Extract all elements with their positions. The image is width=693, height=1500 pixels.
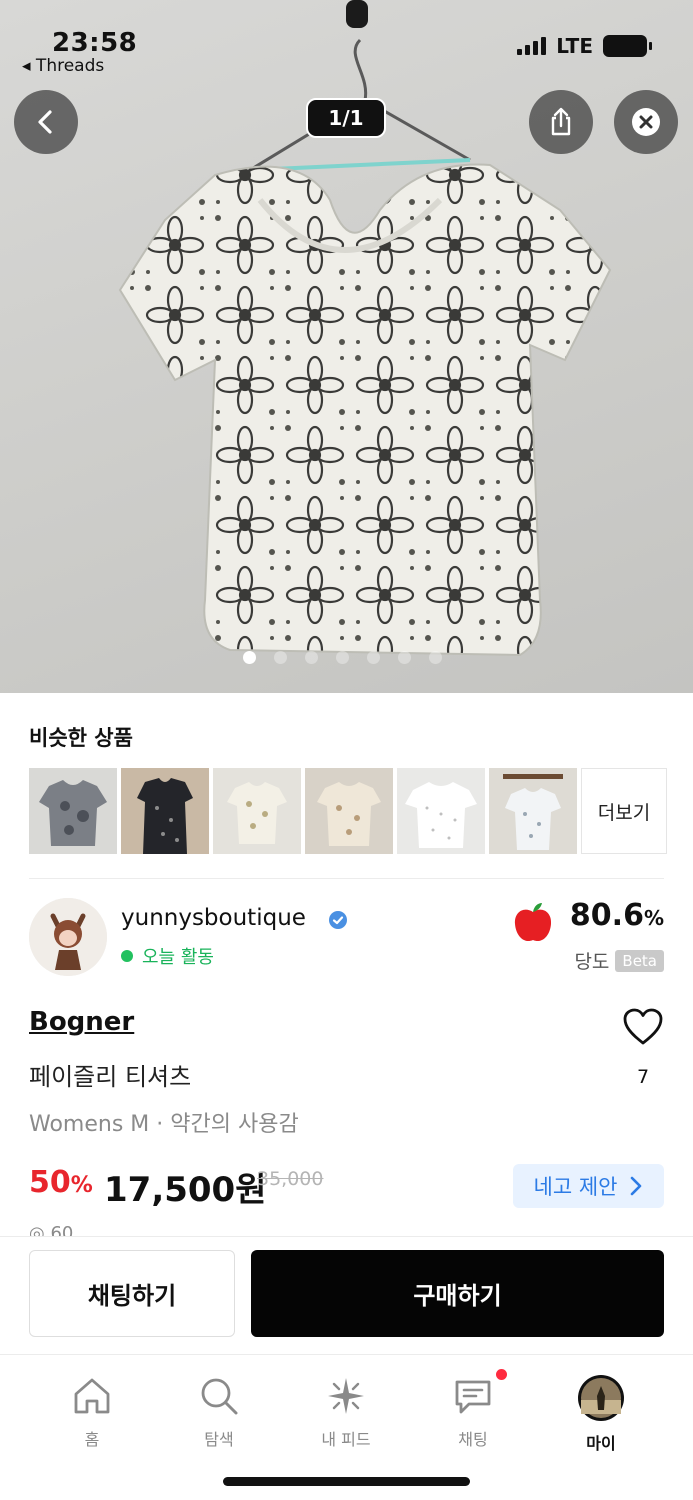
discount-unit: % [70, 1173, 93, 1198]
search-icon [201, 1378, 238, 1415]
image-page-indicator: 1/1 [306, 98, 386, 138]
share-icon [551, 107, 571, 136]
discount-value: 50 [29, 1165, 71, 1200]
product-meta: Womens M · 약간의 사용감 [29, 1112, 299, 1137]
nav-item-my[interactable]: 마이 [546, 1374, 656, 1454]
beta-badge: Beta [615, 949, 664, 972]
like-count: 7 [637, 1066, 650, 1088]
similar-product-thumb[interactable] [213, 768, 301, 854]
carousel-dots [243, 651, 442, 664]
view-count: ◎ 60 [29, 1223, 73, 1237]
product-brand-link[interactable]: Bogner [29, 1007, 134, 1037]
seller-avatar[interactable] [29, 898, 107, 976]
close-icon [632, 108, 660, 136]
similar-products-title: 비슷한 상품 [29, 726, 133, 750]
similar-product-thumb[interactable] [29, 768, 117, 854]
share-button[interactable] [529, 90, 593, 154]
nav-item-feed[interactable]: 내 피드 [291, 1374, 401, 1450]
seller-activity: 오늘 활동 [121, 943, 214, 969]
apple-score-icon [514, 903, 552, 942]
chevron-right-icon [631, 1176, 642, 1196]
chat-button[interactable]: 채팅하기 [29, 1250, 235, 1337]
signal-icon [517, 37, 547, 55]
carousel-dot [429, 651, 442, 664]
more-similar-button[interactable]: 더보기 [581, 768, 667, 854]
nav-item-explore[interactable]: 탐색 [164, 1374, 274, 1450]
chevron-left-icon [38, 110, 52, 134]
discount-rate: 50% [29, 1165, 93, 1200]
carousel-dot [367, 651, 380, 664]
seller-name[interactable]: yunnysboutique [121, 905, 306, 931]
similar-product-thumb[interactable] [121, 768, 209, 854]
nav-item-home[interactable]: 홈 [37, 1374, 147, 1450]
nav-item-chat[interactable]: 채팅 [418, 1374, 528, 1450]
online-dot-icon [121, 950, 133, 962]
sparkle-icon [328, 1378, 364, 1414]
similar-products-row: 더보기 [29, 768, 667, 854]
verified-badge-icon [329, 911, 347, 929]
carousel-dot-active [243, 651, 256, 664]
product-title: 페이즐리 티셔츠 [29, 1063, 192, 1091]
nav-label-explore: 탐색 [204, 1430, 234, 1449]
status-time: 23:58 [52, 28, 138, 58]
seller-score-value: 80.6 [569, 898, 644, 933]
seller-activity-label: 오늘 활동 [142, 947, 214, 968]
negotiate-button[interactable]: 네고 제안 [513, 1164, 664, 1208]
nav-label-home: 홈 [84, 1430, 100, 1449]
close-button[interactable] [614, 90, 678, 154]
profile-avatar [578, 1375, 624, 1421]
eye-icon: ◎ [29, 1223, 51, 1237]
carousel-dot [274, 651, 287, 664]
similar-product-thumb[interactable] [489, 768, 577, 854]
sweetness-label: 당도 [574, 951, 610, 973]
similar-product-thumb[interactable] [397, 768, 485, 854]
network-label: LTE [556, 34, 593, 58]
heart-icon[interactable] [622, 1007, 664, 1047]
nav-label-feed: 내 피드 [321, 1430, 371, 1449]
buy-button[interactable]: 구매하기 [251, 1250, 664, 1337]
status-indicators: LTE [517, 34, 652, 58]
chat-icon [455, 1380, 491, 1414]
negotiate-label: 네고 제안 [533, 1175, 618, 1199]
back-button[interactable] [14, 90, 78, 154]
carousel-dot [305, 651, 318, 664]
back-to-app-link[interactable]: ◂ Threads [22, 56, 104, 76]
seller-score: 80.6 % [570, 898, 664, 933]
carousel-dot [336, 651, 349, 664]
nav-label-my: 마이 [586, 1434, 616, 1453]
product-image-area[interactable]: 23:58 ◂ Threads LTE 1/1 [0, 0, 693, 693]
nav-label-chat: 채팅 [458, 1430, 488, 1449]
original-price: 35,000 [257, 1168, 324, 1190]
similar-product-thumb[interactable] [305, 768, 393, 854]
battery-icon [603, 35, 652, 57]
sale-price: 17,500원 [104, 1170, 267, 1210]
carousel-dot [398, 651, 411, 664]
home-indicator [223, 1477, 470, 1486]
divider [29, 878, 664, 879]
seller-score-unit: % [643, 906, 664, 930]
chat-notification-dot [496, 1369, 507, 1380]
home-icon [74, 1378, 110, 1414]
view-count-value: 60 [50, 1223, 74, 1237]
sweetness-row: 당도 Beta [574, 947, 664, 974]
